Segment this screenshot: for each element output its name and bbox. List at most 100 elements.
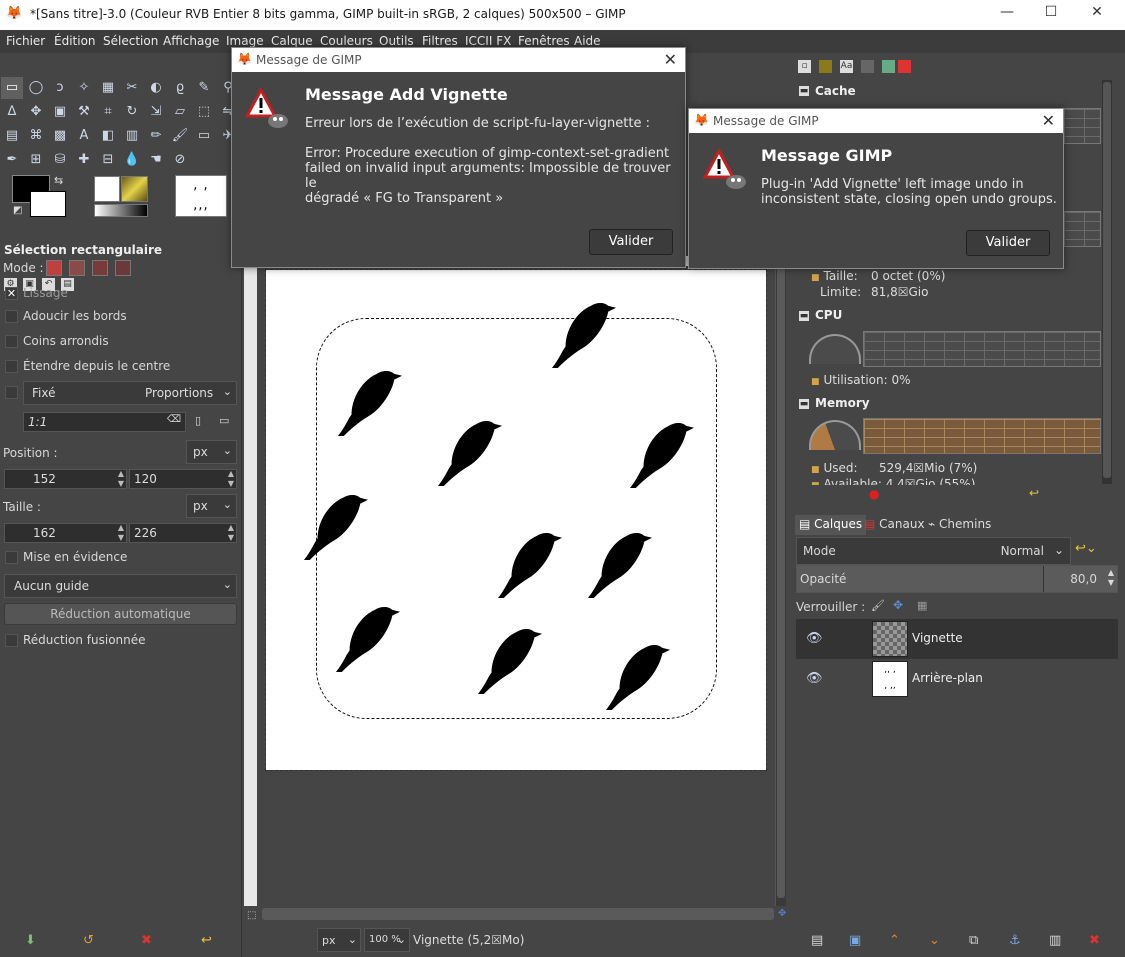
clone-tool-icon[interactable]: ⛁ <box>49 149 71 171</box>
size-w-input[interactable]: 162 ▲ ▼ <box>4 523 127 543</box>
move-tool-icon[interactable]: ✥ <box>25 101 47 123</box>
duplicate-layer-icon[interactable]: ⧉ <box>969 933 978 948</box>
select-by-color-tool-icon[interactable]: ▦ <box>97 77 119 99</box>
eye-icon[interactable]: 👁 <box>806 671 823 686</box>
position-y-input[interactable]: 120 ▲ ▼ <box>129 469 237 489</box>
unit-select[interactable]: px ⌄ <box>317 928 361 952</box>
spin-arrows-icon[interactable]: ▲ ▼ <box>118 523 124 543</box>
layer-name[interactable]: Arrière-plan <box>912 671 983 685</box>
antialias-checkbox[interactable]: ✕ <box>5 287 18 300</box>
raise-layer-icon[interactable]: ⌃ <box>889 933 900 948</box>
mypaint-brush-tool-icon[interactable]: ⊞ <box>25 149 47 171</box>
mode-subtract-icon[interactable] <box>92 260 108 276</box>
scissors-tool-icon[interactable]: ✂ <box>121 77 143 99</box>
reset-icon[interactable]: ↩ <box>1029 486 1039 500</box>
close-button[interactable]: ✕ <box>1087 4 1107 20</box>
size-h-input[interactable]: 226 ▲ ▼ <box>129 523 237 543</box>
menu-calque[interactable]: Calque <box>271 34 313 48</box>
fixed-combo[interactable]: Fixé Proportions ⌄ <box>23 381 237 405</box>
ink-tool-icon[interactable]: ✒ <box>1 149 23 171</box>
tab-channels[interactable]: ▤ Canaux <box>860 515 929 535</box>
collapse-icon[interactable]: ▬ <box>799 86 809 96</box>
zoom-select[interactable]: 100 % ⌄ <box>364 928 410 952</box>
quick-mask-icon[interactable]: ⬚ <box>247 910 256 921</box>
free-select-tool-icon[interactable]: ↄ <box>49 77 71 99</box>
align-tool-icon[interactable]: ▣ <box>49 101 71 123</box>
color-picker-tool-icon[interactable]: ✎ <box>193 77 215 99</box>
landscape-icon[interactable]: ▭ <box>219 414 229 427</box>
scrollbar-thumb[interactable] <box>777 258 785 898</box>
autoshrink-button[interactable]: Réduction automatique <box>4 603 237 625</box>
guide-select[interactable]: Aucun guide ⌄ <box>4 574 237 598</box>
tab-dashboard[interactable] <box>898 60 911 73</box>
fuzzy-select-tool-icon[interactable]: ✧ <box>73 77 95 99</box>
lasso-tool-icon[interactable]: ϱ <box>169 77 191 99</box>
unified-transform-tool-icon[interactable]: ▩ <box>49 125 71 147</box>
restore-tool-preset-icon[interactable]: ↺ <box>83 933 94 948</box>
record-icon[interactable]: ● <box>869 487 879 501</box>
clear-icon[interactable]: ⌫ <box>167 414 181 425</box>
rect-select-tool-icon[interactable]: ▭ <box>1 77 23 99</box>
new-layer-icon[interactable]: ▤ <box>811 933 823 948</box>
menu-filtres[interactable]: Filtres <box>422 34 458 48</box>
canvas-horizontal-scrollbar[interactable] <box>262 908 774 920</box>
scale-tool-icon[interactable]: ⇲ <box>145 101 167 123</box>
tab-patterns[interactable] <box>819 60 832 73</box>
background-color-swatch[interactable] <box>30 191 66 217</box>
eye-icon[interactable]: 👁 <box>806 631 823 646</box>
collapse-icon[interactable]: ▬ <box>799 399 809 409</box>
delete-tool-preset-icon[interactable]: ✖ <box>141 933 152 948</box>
scrollbar-thumb[interactable] <box>1103 82 1111 478</box>
collapse-icon[interactable]: ▬ <box>799 311 809 321</box>
spin-arrows-icon[interactable]: ▲ ▼ <box>228 469 234 489</box>
pattern-preview[interactable] <box>121 176 148 202</box>
gradient-tool-icon[interactable]: ▥ <box>121 125 143 147</box>
dialog-ok-button[interactable]: Valider <box>589 229 673 255</box>
heal-tool-icon[interactable]: ✚ <box>73 149 95 171</box>
brush-preview[interactable] <box>94 176 120 202</box>
dodge-burn-tool-icon[interactable]: ⊘ <box>169 149 191 171</box>
position-unit-select[interactable]: px ⌄ <box>186 440 237 464</box>
bucket-fill-tool-icon[interactable]: ◧ <box>97 125 119 147</box>
feather-checkbox[interactable] <box>5 310 18 323</box>
tab-brushes[interactable]: ▫ <box>798 60 811 73</box>
menu-affichage[interactable]: Affichage <box>163 34 219 48</box>
ratio-input[interactable]: 1:1 ⌫ <box>23 412 186 432</box>
rotate-tool-icon[interactable]: ↻ <box>121 101 143 123</box>
layer-name[interactable]: Vignette <box>912 631 963 645</box>
tab-paths[interactable]: ⌁ Chemins <box>924 515 995 535</box>
active-image-preview[interactable]: , ,,,, <box>175 175 227 217</box>
menu-fichier[interactable]: Fichier <box>6 34 45 48</box>
dialog-ok-button[interactable]: Valider <box>966 230 1050 256</box>
merge-layer-icon[interactable]: ▥ <box>1049 933 1061 948</box>
paths-tool-icon[interactable]: ᐃ <box>1 101 23 123</box>
composite-mode-icon[interactable]: ↩⌄ <box>1075 541 1097 556</box>
warp-tool-icon[interactable]: ⌘ <box>25 125 47 147</box>
layer-row[interactable]: 👁 Vignette <box>796 619 1118 659</box>
close-icon[interactable]: ✕ <box>664 50 677 69</box>
smudge-tool-icon[interactable]: ☚ <box>145 149 167 171</box>
vertical-ruler[interactable] <box>244 266 257 906</box>
measure-tool-icon[interactable]: ⚒ <box>73 101 95 123</box>
ellipse-select-tool-icon[interactable]: ◯ <box>25 77 47 99</box>
layer-mode-select[interactable]: Mode Normal ⌄ <box>796 537 1071 565</box>
minimize-button[interactable]: — <box>997 4 1017 20</box>
menu-couleurs[interactable]: Couleurs <box>320 34 373 48</box>
default-colors-icon[interactable]: ◩ <box>13 205 22 216</box>
rounded-corners-checkbox[interactable] <box>5 335 18 348</box>
paintbrush-tool-icon[interactable]: 🖌 <box>169 125 191 147</box>
mode-add-icon[interactable] <box>69 260 85 276</box>
perspective-clone-tool-icon[interactable]: ⊟ <box>97 149 119 171</box>
shear-tool-icon[interactable]: ▱ <box>169 101 191 123</box>
save-tool-preset-icon[interactable]: ⬇ <box>25 933 36 948</box>
shrink-merged-checkbox[interactable] <box>5 634 18 647</box>
tab-fonts[interactable]: Aa <box>840 60 853 73</box>
opacity-slider[interactable]: Opacité 80,0 ▲ ▼ <box>796 565 1118 593</box>
anchor-layer-icon[interactable]: ⚓ <box>1009 933 1021 948</box>
blur-tool-icon[interactable]: 💧 <box>121 149 143 171</box>
tab-colors[interactable] <box>882 60 895 73</box>
menu-outils[interactable]: Outils <box>379 34 414 48</box>
gradient-preview[interactable] <box>94 204 148 217</box>
tab-document-history[interactable] <box>861 60 874 73</box>
swap-colors-icon[interactable]: ⇆ <box>54 174 63 187</box>
